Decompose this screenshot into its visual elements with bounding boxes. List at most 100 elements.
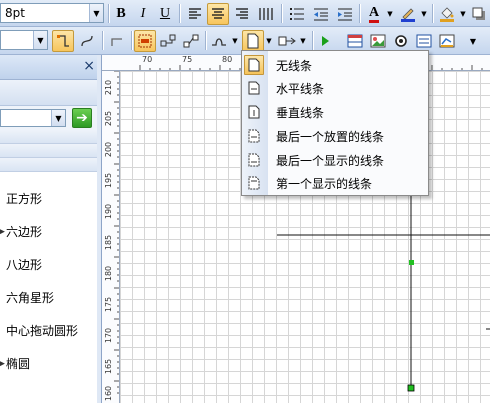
form-button[interactable] <box>414 30 434 52</box>
connector-point-button[interactable] <box>52 30 74 52</box>
align-left-button[interactable] <box>184 3 206 25</box>
arrow-right-icon: ➔ <box>76 110 88 126</box>
shape-search-input[interactable]: ▼ <box>0 109 66 127</box>
underline-button[interactable]: U <box>156 3 174 25</box>
toolbar-separator <box>432 4 433 23</box>
toolbar-separator <box>108 4 109 23</box>
chevron-down-icon: ▼ <box>266 37 272 45</box>
font-size-value: 8pt <box>5 6 25 20</box>
italic-button[interactable]: I <box>134 3 152 25</box>
layout-shapes-button[interactable] <box>180 30 202 52</box>
line-jumps-dropdown[interactable]: ▼ <box>230 30 240 52</box>
line-style-button[interactable] <box>242 30 264 52</box>
play-icon <box>322 36 329 46</box>
connect-shapes-button[interactable] <box>157 30 179 52</box>
toolbar-options[interactable]: ▼ <box>466 30 480 52</box>
font-color-icon: A <box>368 5 380 23</box>
toolbar-separator <box>312 31 313 50</box>
ruler-label: 70 <box>142 55 153 64</box>
increase-indent-icon <box>338 8 352 21</box>
menu-item-no-line[interactable]: 无线条 <box>244 54 426 76</box>
line-jumps-button[interactable] <box>208 30 230 52</box>
fill-color-dropdown[interactable]: ▼ <box>458 3 468 25</box>
menu-item-last-placed-line[interactable]: 最后一个放置的线条 <box>244 125 426 147</box>
line-style-dropdown[interactable]: ▼ <box>264 30 274 52</box>
toolbar-separator <box>359 4 360 23</box>
menu-item-first-displayed-line[interactable]: 第一个显示的线条 <box>244 172 426 194</box>
line-color-dropdown[interactable]: ▼ <box>419 3 429 25</box>
menu-item-horizontal-line[interactable]: 水平线条 <box>244 77 426 99</box>
align-center-button[interactable] <box>207 3 229 25</box>
toolbar-separator <box>205 31 206 50</box>
bold-button[interactable]: B <box>112 3 130 25</box>
group-icon <box>138 34 152 48</box>
shadow-button[interactable] <box>469 3 489 25</box>
chevron-down-icon[interactable]: ▼ <box>51 110 65 126</box>
ruler-label: 170 <box>104 327 114 344</box>
panel-title-band <box>0 80 101 106</box>
font-size-select[interactable]: 8pt ▼ <box>0 3 104 23</box>
connector-arrow-icon <box>278 36 296 46</box>
decrease-indent-button[interactable] <box>310 3 332 25</box>
shape-item-center-drag-circle[interactable]: 中心拖动圆形 <box>0 314 101 347</box>
pencil-icon <box>401 8 415 22</box>
insert-picture-button[interactable] <box>368 30 388 52</box>
fill-color-button[interactable] <box>436 3 458 25</box>
connector-style-button[interactable] <box>276 30 298 52</box>
toolbar-separator <box>179 4 180 23</box>
shape-search-row: ▼ ➔ <box>0 106 101 130</box>
ruler-label: 200 <box>104 141 114 158</box>
search-go-button[interactable]: ➔ <box>72 108 92 128</box>
chevron-down-icon: ▼ <box>232 37 238 45</box>
connector-point-icon <box>57 35 69 47</box>
shape-item-hexagon[interactable]: ▶ 六边形 <box>0 215 101 248</box>
ruler-label: 75 <box>182 55 193 64</box>
ruler-label: 175 <box>104 296 114 313</box>
shape-item-octagon[interactable]: 八边形 <box>0 248 101 281</box>
menu-item-last-displayed-line[interactable]: 最后一个显示的线条 <box>244 149 426 171</box>
ruler-label: 205 <box>104 110 114 127</box>
increase-indent-button[interactable] <box>334 3 356 25</box>
chevron-down-icon[interactable]: ▼ <box>89 4 103 22</box>
curved-connector-button[interactable] <box>76 30 98 52</box>
font-color-button[interactable]: A <box>363 3 385 25</box>
bullet-list-icon <box>290 8 304 20</box>
vertical-ruler: 210 205 200 195 190 185 180 175 170 165 … <box>102 71 120 403</box>
picture-icon <box>370 34 386 48</box>
shape-item-six-point-star[interactable]: 六角星形 <box>0 281 101 314</box>
close-icon[interactable]: × <box>83 58 95 74</box>
shape-item-ellipse[interactable]: ▶ 椭圆 <box>0 347 101 380</box>
ruler-label: 160 <box>104 385 114 402</box>
chevron-down-icon: ▼ <box>421 10 427 18</box>
line-style-menu: 无线条 水平线条 垂直线条 最后一个放置的线条 最后一个显示的线条 第一个显示的… <box>241 50 429 196</box>
stencil-tab[interactable] <box>0 130 101 144</box>
align-right-icon <box>236 8 248 19</box>
bullets-button[interactable] <box>286 3 308 25</box>
ruler-label: 195 <box>104 172 114 189</box>
font-color-dropdown[interactable]: ▼ <box>385 3 395 25</box>
align-left-icon <box>189 8 201 19</box>
chart-button[interactable] <box>437 30 457 52</box>
zoom-select[interactable]: ▼ <box>0 30 48 50</box>
align-right-button[interactable] <box>231 3 253 25</box>
menu-item-vertical-line[interactable]: 垂直线条 <box>244 101 426 123</box>
table-button[interactable] <box>345 30 365 52</box>
chevron-down-icon: ▼ <box>387 10 393 18</box>
clip-art-button[interactable] <box>391 30 411 52</box>
clip-art-icon <box>395 35 407 47</box>
right-angle-connector-icon <box>111 38 122 46</box>
stencil-tab[interactable] <box>0 144 101 158</box>
shape-item-square[interactable]: 正方形 <box>0 182 101 215</box>
panel-scrollbar[interactable] <box>97 55 101 403</box>
line-color-button[interactable] <box>397 3 419 25</box>
chevron-down-icon[interactable]: ▼ <box>33 31 47 49</box>
group-button[interactable] <box>134 30 156 52</box>
form-icon <box>416 34 432 48</box>
stencil-tab[interactable] <box>0 158 101 172</box>
chevron-down-icon: ▼ <box>300 37 306 45</box>
right-angle-connector-button[interactable] <box>106 30 128 52</box>
vertical-text-button[interactable] <box>255 3 277 25</box>
run-button[interactable] <box>316 30 334 52</box>
connector-style-dropdown[interactable]: ▼ <box>298 30 308 52</box>
chart-icon <box>439 34 455 48</box>
